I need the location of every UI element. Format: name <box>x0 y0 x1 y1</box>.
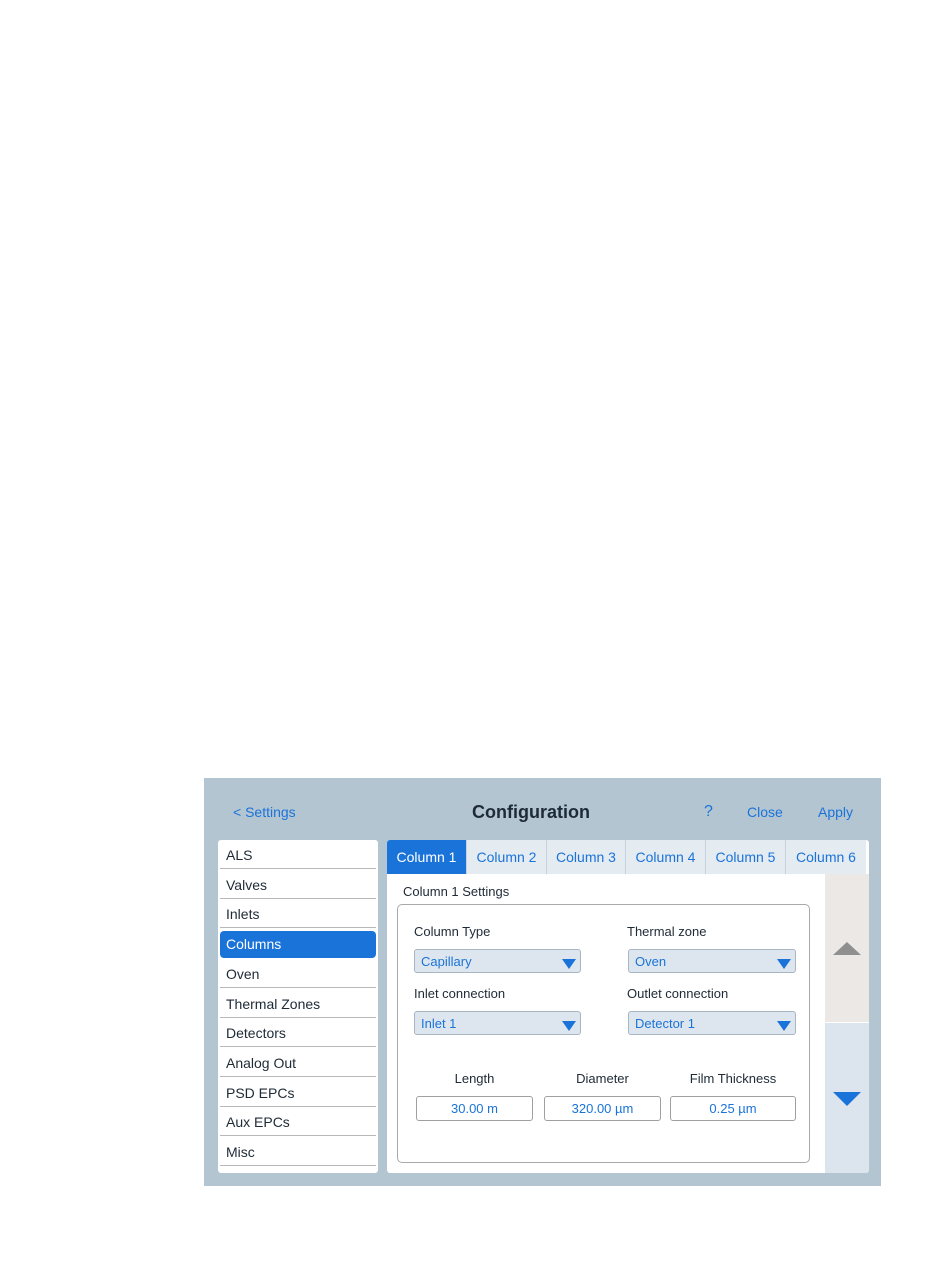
section-title: Column 1 Settings <box>403 884 510 899</box>
sidebar-item-psd-epcs[interactable]: PSD EPCs <box>220 1080 376 1107</box>
column-type-select[interactable]: Capillary <box>414 949 581 973</box>
sidebar-item-misc[interactable]: Misc <box>220 1139 376 1166</box>
page-title: Configuration <box>472 802 590 822</box>
inlet-connection-label: Inlet connection <box>414 986 506 1001</box>
sidebar-item-detectors[interactable]: Detectors <box>220 1020 376 1047</box>
outlet-connection-label: Outlet connection <box>627 986 729 1001</box>
close-button[interactable]: Close <box>747 804 783 820</box>
tab-column-3[interactable]: Column 3 <box>547 840 626 874</box>
outlet-connection-select[interactable]: Detector 1 <box>628 1011 796 1035</box>
column-type-value: Capillary <box>421 954 472 969</box>
triangle-up-icon <box>833 942 861 955</box>
back-to-settings-link[interactable]: < Settings <box>233 804 296 820</box>
sidebar-item-inlets[interactable]: Inlets <box>220 901 376 928</box>
tab-column-2[interactable]: Column 2 <box>467 840 547 874</box>
thermal-zone-label: Thermal zone <box>627 924 707 939</box>
thermal-zone-value: Oven <box>635 954 667 969</box>
tab-column-6[interactable]: Column 6 <box>786 840 866 874</box>
settings-group: Column Type Capillary Thermal zone Oven … <box>397 904 810 1163</box>
scroll-up-button[interactable] <box>825 874 869 1022</box>
thermal-zone-select[interactable]: Oven <box>628 949 796 973</box>
sidebar-item-analog-out[interactable]: Analog Out <box>220 1050 376 1077</box>
sidebar-item-thermal-zones[interactable]: Thermal Zones <box>220 991 376 1018</box>
apply-button[interactable]: Apply <box>818 804 853 820</box>
sidebar-item-als[interactable]: ALS <box>220 842 376 869</box>
inlet-connection-value: Inlet 1 <box>421 1016 457 1031</box>
inlet-connection-select[interactable]: Inlet 1 <box>414 1011 581 1035</box>
sidebar-item-aux-epcs[interactable]: Aux EPCs <box>220 1109 376 1136</box>
scroll-down-button[interactable] <box>825 1023 869 1173</box>
length-label: Length <box>454 1071 495 1086</box>
caret-down-icon <box>777 1021 791 1031</box>
outlet-connection-value: Detector 1 <box>635 1016 695 1031</box>
caret-down-icon <box>777 959 791 969</box>
length-input[interactable]: 30.00 m <box>416 1096 533 1121</box>
caret-down-icon <box>562 1021 576 1031</box>
film-thickness-input[interactable]: 0.25 µm <box>670 1096 796 1121</box>
tab-column-4[interactable]: Column 4 <box>626 840 706 874</box>
sidebar-item-valves[interactable]: Valves <box>220 872 376 899</box>
help-button[interactable]: ? <box>704 803 713 821</box>
diameter-label: Diameter <box>576 1071 629 1086</box>
tab-column-5[interactable]: Column 5 <box>706 840 786 874</box>
tab-column-1[interactable]: Column 1 <box>387 840 467 874</box>
sidebar: ALS Valves Inlets Columns Oven Thermal Z… <box>218 840 378 1173</box>
configuration-panel: < Settings Configuration ? Close Apply A… <box>204 778 881 1186</box>
column-settings-area: Column 1 Column 2 Column 3 Column 4 Colu… <box>387 840 869 1173</box>
column-tabs: Column 1 Column 2 Column 3 Column 4 Colu… <box>387 840 869 874</box>
film-thickness-label: Film Thickness <box>689 1071 777 1086</box>
triangle-down-icon <box>833 1092 861 1106</box>
column-type-label: Column Type <box>414 924 491 939</box>
caret-down-icon <box>562 959 576 969</box>
diameter-input[interactable]: 320.00 µm <box>544 1096 661 1121</box>
sidebar-item-oven[interactable]: Oven <box>220 961 376 988</box>
sidebar-item-columns[interactable]: Columns <box>220 931 376 958</box>
